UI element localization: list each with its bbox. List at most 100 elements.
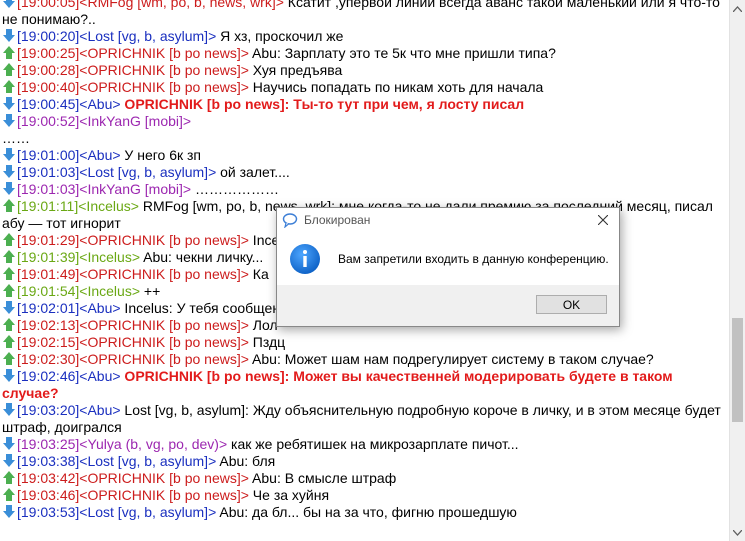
message-nickname[interactable]: <OPRICHNIK [b po news]> [79, 470, 249, 486]
message-nickname[interactable]: <Abu> [79, 368, 120, 384]
message-timestamp: [19:03:38] [17, 453, 80, 469]
incoming-arrow-icon [3, 29, 15, 42]
chat-message: [19:00:28]<OPRICHNIK [b po news]> Хуя пр… [0, 62, 730, 79]
message-timestamp: [19:01:03] [17, 181, 80, 197]
incoming-arrow-icon [3, 0, 15, 8]
dialog-titlebar: Блокирован [277, 208, 619, 232]
message-nickname[interactable]: <InkYanG [mobi]> [79, 113, 191, 129]
message-timestamp: [19:01:11] [17, 198, 79, 214]
message-timestamp: [19:02:13] [17, 317, 80, 333]
chat-message: [19:03:25]<Yulya (b, vg, po, dev)> как ж… [0, 436, 730, 453]
message-nickname[interactable]: <RMFog [wm, po, b, news, wrk]> [79, 0, 284, 10]
dialog-body: Вам запретили входить в данную конференц… [277, 232, 619, 285]
message-nickname[interactable]: <InkYanG [mobi]> [79, 181, 191, 197]
message-text: ++ [140, 283, 161, 299]
message-nickname[interactable]: <OPRICHNIK [b po news]> [79, 62, 249, 78]
incoming-arrow-icon [3, 182, 15, 195]
chat-message: [19:03:53]<Lost [vg, b, asylum]> Abu: да… [0, 504, 730, 521]
outgoing-arrow-icon [3, 471, 15, 484]
chat-message: [19:02:30]<OPRICHNIK [b po news]> Abu: М… [0, 351, 730, 368]
message-timestamp: [19:02:15] [17, 334, 80, 350]
chat-message: [19:00:25]<OPRICHNIK [b po news]> Abu: З… [0, 45, 730, 62]
chat-message: [19:01:03]<Lost [vg, b, asylum]> ой зале… [0, 164, 730, 181]
message-nickname[interactable]: <Lost [vg, b, asylum]> [79, 164, 216, 180]
message-text: Ка [248, 266, 269, 282]
message-nickname[interactable]: <OPRICHNIK [b po news]> [79, 317, 249, 333]
message-nickname[interactable]: <Abu> [79, 402, 120, 418]
outgoing-arrow-icon [3, 46, 15, 59]
chat-message: [19:01:03]<InkYanG [mobi]> ……………… [0, 181, 730, 198]
message-nickname[interactable]: <Abu> [79, 96, 120, 112]
message-timestamp: [19:03:20] [17, 402, 80, 418]
message-nickname[interactable]: <OPRICHNIK [b po news]> [79, 487, 249, 503]
incoming-arrow-icon [3, 165, 15, 178]
message-timestamp: [19:00:20] [17, 28, 80, 44]
message-nickname[interactable]: <Lost [vg, b, asylum]> [79, 28, 216, 44]
chat-message: [19:02:46]<Abu> OPRICHNIK [b po news]: М… [0, 368, 730, 402]
message-timestamp: [19:02:30] [17, 351, 80, 367]
chat-message: …… [0, 130, 730, 147]
chat-message: [19:03:46]<OPRICHNIK [b po news]> Че за … [0, 487, 730, 504]
message-timestamp: [19:00:05] [17, 0, 80, 10]
ok-button[interactable]: OK [536, 295, 607, 314]
message-text: Пздц [248, 334, 286, 350]
message-nickname[interactable]: <OPRICHNIK [b po news]> [79, 232, 249, 248]
dialog-message: Вам запретили входить в данную конференц… [338, 251, 609, 266]
dialog-footer: OK [277, 285, 619, 326]
outgoing-arrow-icon [3, 335, 15, 348]
incoming-arrow-icon [3, 301, 15, 314]
scroll-down-arrow-icon[interactable] [730, 524, 745, 541]
message-timestamp: [19:03:46] [17, 487, 80, 503]
message-nickname[interactable]: <OPRICHNIK [b po news]> [79, 79, 249, 95]
message-nickname[interactable]: <Lost [vg, b, asylum]> [79, 453, 216, 469]
incoming-arrow-icon [3, 437, 15, 450]
message-timestamp: [19:01:49] [17, 266, 80, 282]
message-nickname[interactable]: <Lost [vg, b, asylum]> [79, 504, 216, 520]
chat-message: [19:01:00]<Abu> У него 6к зп [0, 147, 730, 164]
message-timestamp: [19:01:00] [17, 147, 80, 163]
message-text: У него 6к зп [120, 147, 202, 163]
message-timestamp: [19:00:52] [17, 113, 80, 129]
message-nickname[interactable]: <Yulya (b, vg, po, dev)> [79, 436, 227, 452]
message-timestamp: [19:03:25] [17, 436, 80, 452]
scroll-thumb[interactable] [732, 318, 743, 422]
message-timestamp: [19:03:42] [17, 470, 80, 486]
message-nickname[interactable]: <OPRICHNIK [b po news]> [79, 45, 249, 61]
close-icon[interactable] [587, 208, 619, 232]
message-nickname[interactable]: <OPRICHNIK [b po news]> [79, 266, 249, 282]
message-nickname[interactable]: <Incelus> [79, 283, 140, 299]
message-timestamp: [19:02:01] [17, 300, 80, 316]
message-nickname[interactable]: <Incelus> [79, 249, 140, 265]
message-nickname[interactable]: <OPRICHNIK [b po news]> [79, 334, 249, 350]
message-text: Abu: В смысле штраф [248, 470, 397, 486]
message-nickname[interactable]: <Incelus> [78, 198, 139, 214]
message-timestamp: [19:00:45] [17, 96, 80, 112]
message-nickname[interactable]: <Abu> [79, 300, 120, 316]
chat-message: [19:03:38]<Lost [vg, b, asylum]> Abu: бл… [0, 453, 730, 470]
outgoing-arrow-icon [3, 63, 15, 76]
message-text: …… [2, 130, 30, 146]
scroll-up-arrow-icon[interactable] [730, 0, 745, 17]
message-timestamp: [19:01:03] [17, 164, 80, 180]
message-text: Abu: Зарплату это те 5к что мне пришли т… [248, 45, 556, 61]
incoming-arrow-icon [3, 148, 15, 161]
message-text: Научись попадать по никам хоть для начал… [248, 79, 544, 95]
outgoing-arrow-icon [3, 284, 15, 297]
message-nickname[interactable]: <Abu> [79, 147, 120, 163]
chat-message: [19:03:42]<OPRICHNIK [b po news]> Abu: В… [0, 470, 730, 487]
message-timestamp: [19:02:46] [17, 368, 80, 384]
outgoing-arrow-icon [3, 318, 15, 331]
message-text: Я хз, проскочил же [216, 28, 344, 44]
vertical-scrollbar[interactable] [729, 0, 745, 541]
chat-message: [19:00:05]<RMFog [wm, po, b, news, wrk]>… [0, 0, 730, 28]
message-text: Abu: Может шам нам подрегулирует систему… [248, 351, 654, 367]
message-text: Abu: бля [216, 453, 276, 469]
message-timestamp: [19:00:28] [17, 62, 80, 78]
chat-message: [19:03:20]<Abu> Lost [vg, b, asylum]: Жд… [0, 402, 730, 436]
incoming-arrow-icon [3, 454, 15, 467]
incoming-arrow-icon [3, 369, 15, 382]
message-text: OPRICHNIK [b po news]: Ты-то тут при чем… [120, 96, 525, 112]
message-nickname[interactable]: <OPRICHNIK [b po news]> [79, 351, 249, 367]
outgoing-arrow-icon [3, 267, 15, 280]
chat-message: [19:02:15]<OPRICHNIK [b po news]> Пздц [0, 334, 730, 351]
